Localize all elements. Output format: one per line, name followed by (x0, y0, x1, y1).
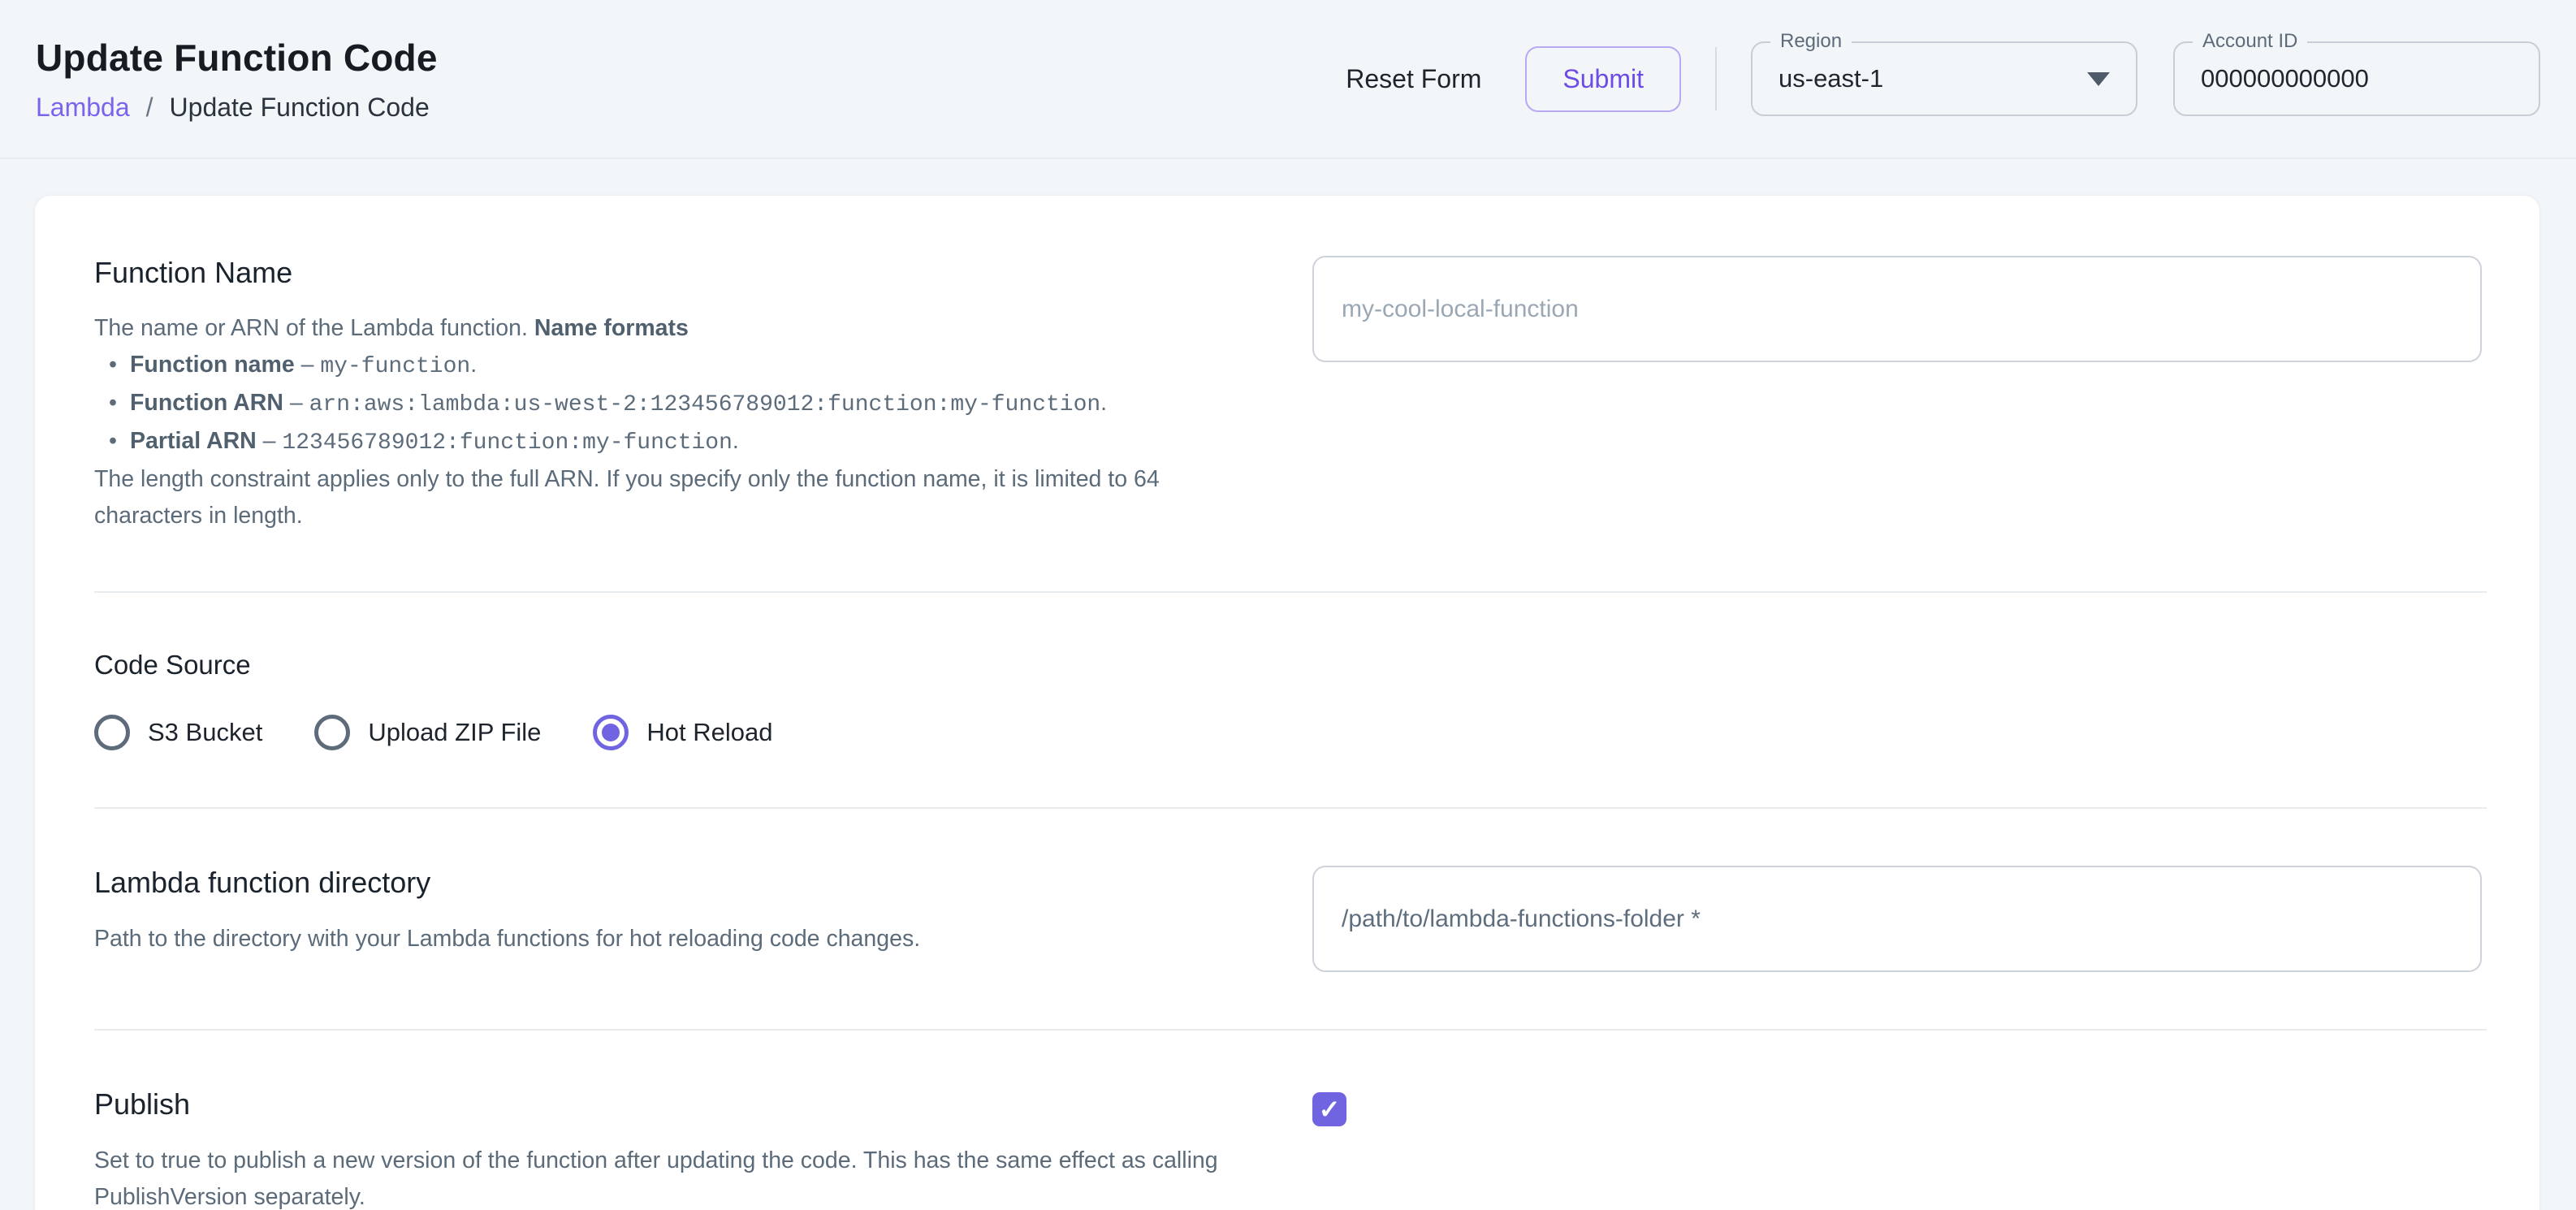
lambda-directory-input-col (1312, 866, 2487, 972)
function-name-text: Function Name The name or ARN of the Lam… (94, 256, 1312, 534)
publish-text: Publish Set to true to publish a new ver… (94, 1087, 1312, 1210)
publish-checkbox-col: ✓ (1312, 1087, 2487, 1126)
function-name-input-col (1312, 256, 2487, 362)
list-item: Function name – my-function. (94, 347, 1246, 385)
header-title-block: Update Function Code Lambda / Update Fun… (36, 36, 438, 123)
lambda-directory-input[interactable] (1342, 905, 2453, 933)
region-value: us-east-1 (1779, 64, 1883, 93)
list-item: Function ARN – arn:aws:lambda:us-west-2:… (94, 385, 1246, 423)
breadcrumb-lambda-link[interactable]: Lambda (36, 93, 130, 123)
radio-checked-icon (593, 715, 629, 750)
account-id-label: Account ID (2193, 30, 2307, 54)
breadcrumb-separator: / (146, 93, 153, 123)
radio-upload-zip-file[interactable]: Upload ZIP File (314, 715, 541, 750)
function-name-input[interactable] (1342, 296, 2453, 323)
radio-unchecked-icon (94, 715, 130, 750)
header-actions: Reset Form Submit Region us-east-1 Accou… (1325, 41, 2540, 116)
function-name-footer: The length constraint applies only to th… (94, 461, 1246, 534)
publish-heading: Publish (94, 1087, 1246, 1121)
publish-checkbox[interactable]: ✓ (1312, 1092, 1346, 1126)
lambda-directory-text: Lambda function directory Path to the di… (94, 866, 1312, 957)
function-name-intro: The name or ARN of the Lambda function. … (94, 310, 1246, 347)
radio-unchecked-icon (314, 715, 350, 750)
lambda-directory-input-box (1312, 866, 2482, 972)
check-icon: ✓ (1319, 1096, 1341, 1122)
section-code-source: Code Source S3 Bucket Upload ZIP File Ho… (94, 593, 2487, 807)
name-format-list: Function name – my-function. Function AR… (94, 347, 1246, 461)
page-title: Update Function Code (36, 36, 438, 80)
breadcrumb-current: Update Function Code (170, 93, 430, 123)
section-publish: Publish Set to true to publish a new ver… (94, 1031, 2487, 1210)
code-source-radio-group: S3 Bucket Upload ZIP File Hot Reload (94, 715, 2487, 750)
function-name-input-box (1312, 256, 2482, 362)
radio-hot-reload[interactable]: Hot Reload (593, 715, 772, 750)
lambda-directory-description: Path to the directory with your Lambda f… (94, 921, 1246, 957)
chevron-down-icon (2087, 72, 2110, 86)
function-name-heading: Function Name (94, 256, 1246, 289)
account-id-field: Account ID (2173, 41, 2540, 116)
section-lambda-directory: Lambda function directory Path to the di… (94, 809, 2487, 1029)
breadcrumb: Lambda / Update Function Code (36, 93, 438, 123)
lambda-directory-heading: Lambda function directory (94, 866, 1246, 899)
reset-form-button[interactable]: Reset Form (1325, 50, 1502, 109)
submit-button[interactable]: Submit (1525, 46, 1681, 112)
form-card: Function Name The name or ARN of the Lam… (34, 195, 2540, 1210)
section-function-name: Function Name The name or ARN of the Lam… (94, 256, 2487, 591)
page-header: Update Function Code Lambda / Update Fun… (0, 0, 2576, 159)
region-label: Region (1770, 30, 1852, 54)
radio-s3-bucket[interactable]: S3 Bucket (94, 715, 262, 750)
list-item: Partial ARN – 123456789012:function:my-f… (94, 423, 1246, 461)
code-source-heading: Code Source (94, 650, 2487, 681)
account-id-input[interactable] (2201, 64, 2513, 93)
publish-description: Set to true to publish a new version of … (94, 1143, 1246, 1210)
header-divider (1715, 47, 1717, 110)
region-select[interactable]: Region us-east-1 (1751, 41, 2137, 116)
